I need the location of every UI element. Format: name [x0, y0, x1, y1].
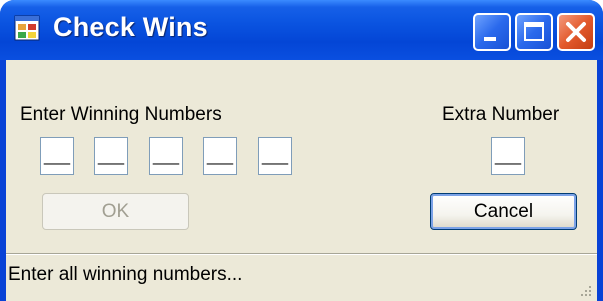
- ok-button[interactable]: OK: [42, 193, 189, 230]
- minimize-icon: [484, 37, 496, 41]
- status-bar: Enter all winning numbers...: [6, 253, 597, 301]
- extra-number-label: Extra Number: [442, 104, 560, 125]
- winning-number-3-input[interactable]: [149, 137, 183, 175]
- window-title: Check Wins: [53, 12, 208, 42]
- resize-grip-icon[interactable]: [577, 282, 593, 298]
- check-wins-window: Check Wins Enter Winning Numbers Extra N…: [0, 0, 603, 301]
- status-text: Enter all winning numbers...: [8, 264, 243, 285]
- close-button[interactable]: [557, 13, 595, 51]
- client-area: Enter Winning Numbers Extra Number OK Ca…: [6, 60, 597, 301]
- winning-number-5-input[interactable]: [258, 137, 292, 175]
- extra-number-input[interactable]: [491, 137, 525, 175]
- minimize-button[interactable]: [473, 13, 511, 51]
- maximize-button[interactable]: [515, 13, 553, 51]
- winning-number-1-input[interactable]: [40, 137, 74, 175]
- title-bar[interactable]: Check Wins: [0, 0, 603, 60]
- maximize-icon: [524, 22, 544, 41]
- close-icon: [566, 22, 586, 42]
- cancel-button[interactable]: Cancel: [430, 193, 577, 230]
- winning-number-4-input[interactable]: [203, 137, 237, 175]
- winning-numbers-label: Enter Winning Numbers: [20, 104, 222, 125]
- winning-number-2-input[interactable]: [94, 137, 128, 175]
- app-window-icon: [14, 15, 40, 41]
